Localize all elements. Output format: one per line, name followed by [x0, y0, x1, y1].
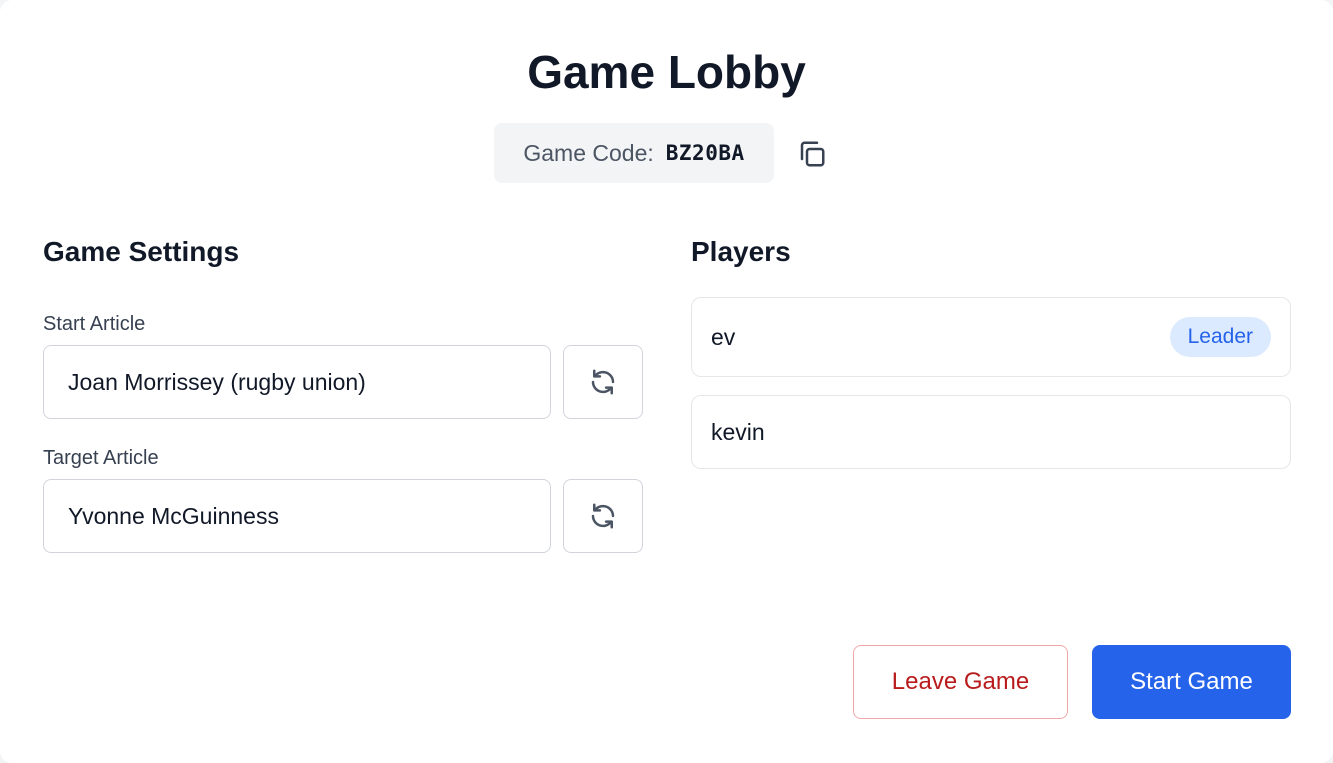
target-article-input[interactable]: [43, 479, 551, 553]
leader-badge: Leader: [1169, 317, 1271, 357]
player-name: ev: [711, 323, 736, 350]
start-article-input[interactable]: [43, 345, 551, 419]
player-row: ev Leader: [691, 297, 1291, 377]
game-code-label: Game Code:: [523, 139, 654, 166]
game-code-box: Game Code: BZ20BA: [494, 123, 774, 183]
start-article-label: Start Article: [43, 313, 146, 335]
lobby-card: Game Lobby Game Code: BZ20BA Game Settin…: [0, 0, 1333, 763]
copy-icon: [800, 141, 825, 167]
player-name: kevin: [711, 418, 765, 445]
refresh-target-article-button[interactable]: [563, 479, 643, 553]
refresh-start-article-button[interactable]: [563, 345, 643, 419]
game-code-value: BZ20BA: [665, 141, 745, 165]
player-row: kevin: [691, 395, 1291, 469]
refresh-icon: [591, 503, 615, 529]
target-article-label: Target Article: [43, 447, 159, 469]
copy-code-button[interactable]: [792, 134, 832, 174]
players-title: Players: [691, 236, 791, 267]
refresh-icon: [591, 369, 615, 395]
leave-game-button[interactable]: Leave Game: [853, 645, 1068, 719]
settings-title: Game Settings: [43, 236, 240, 267]
page-title: Game Lobby: [527, 46, 806, 98]
start-game-button[interactable]: Start Game: [1092, 645, 1291, 719]
